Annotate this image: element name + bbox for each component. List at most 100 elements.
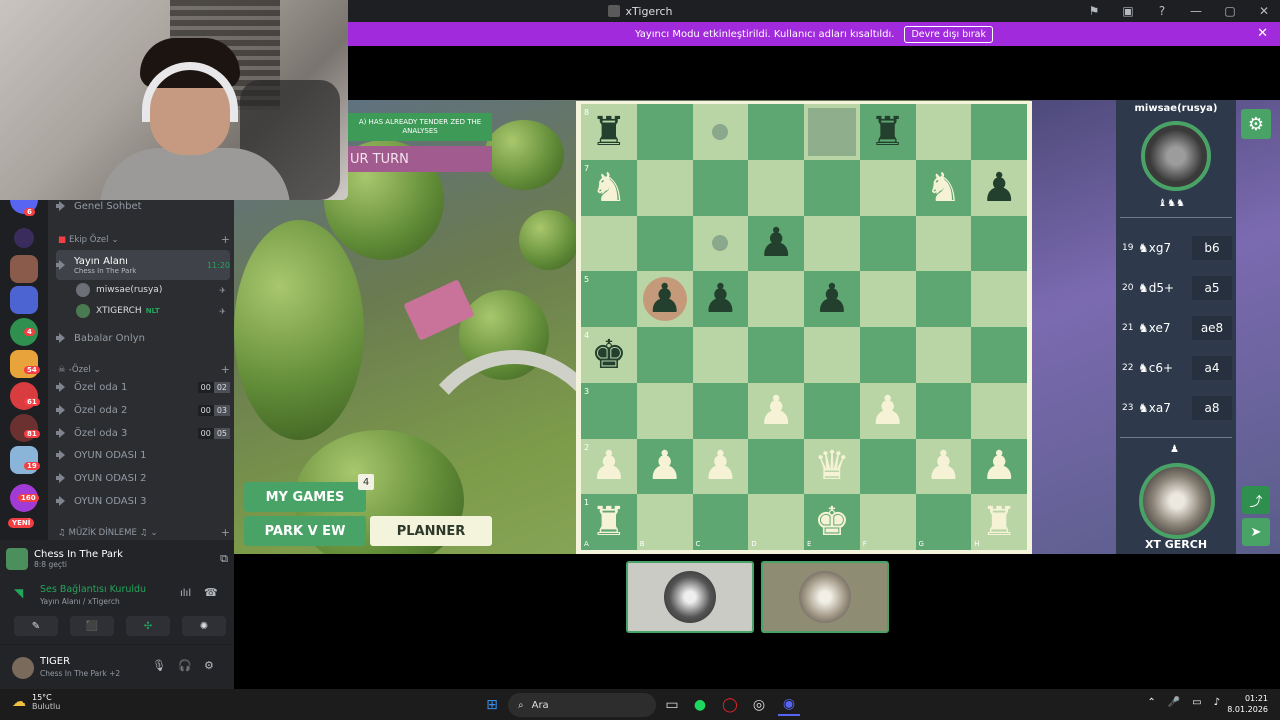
white-king-piece[interactable]: ♚ [804, 494, 860, 550]
board-square[interactable] [748, 271, 804, 327]
add-channel-icon[interactable]: + [221, 233, 230, 246]
board-square[interactable] [581, 271, 637, 327]
black-pawn-piece[interactable]: ♟ [637, 271, 693, 327]
move-row[interactable]: 21 ♞xe7 ae8 [1122, 316, 1234, 340]
board-square[interactable] [804, 327, 860, 383]
white-move[interactable]: ♞d5+ [1136, 281, 1192, 295]
activity-card[interactable]: Chess In The Park 8:8 geçti ⧉ [6, 544, 228, 574]
board-square[interactable] [636, 494, 693, 550]
black-pawn-piece[interactable]: ♟ [971, 160, 1027, 216]
board-square[interactable] [971, 382, 1027, 439]
board-square[interactable] [971, 104, 1027, 160]
search-input[interactable]: ⌕ Ara [508, 693, 656, 717]
opera-icon[interactable]: ◯ [719, 694, 741, 716]
participant-tile-opponent[interactable] [626, 561, 754, 633]
board-square[interactable] [915, 215, 972, 272]
white-move[interactable]: ♞xe7 [1136, 321, 1192, 335]
board-square[interactable] [636, 104, 693, 160]
white-pawn-piece[interactable]: ♟ [860, 383, 916, 439]
board-square[interactable] [636, 327, 693, 383]
start-icon[interactable]: ⊞ [481, 694, 503, 716]
volume-icon[interactable]: ♪ [1214, 697, 1220, 708]
board-square[interactable] [636, 159, 693, 216]
board-square[interactable] [971, 215, 1027, 272]
channel-oyun-odasi-3[interactable]: OYUN ODASI 3 [56, 491, 230, 511]
steam-icon[interactable]: ◎ [748, 694, 770, 716]
tray-chevron-icon[interactable]: ⌃ [1147, 697, 1155, 708]
screen-share-button[interactable]: ⬛ [70, 616, 114, 636]
channel-ozel-oda-1[interactable]: Özel oda 1 00 02 [56, 377, 230, 397]
weather-widget[interactable]: ☁ 15°C Bulutlu [12, 693, 60, 711]
board-square[interactable] [636, 382, 693, 439]
screen-icon[interactable]: ▣ [1120, 4, 1136, 18]
white-knight-piece[interactable]: ♞ [581, 160, 637, 216]
avatar[interactable] [12, 657, 34, 679]
black-rook-piece[interactable]: ♜ [860, 104, 916, 160]
connection-status[interactable]: Ses Bağlantısı Kuruldu [40, 584, 146, 595]
soundboard-button[interactable]: ✺ [182, 616, 226, 636]
board-square[interactable] [859, 215, 916, 272]
inbox-icon[interactable]: ⚑ [1086, 4, 1102, 18]
disable-streamer-mode-button[interactable]: Devre dışı bırak [904, 25, 994, 43]
category-ekip-ozel[interactable]: ■ Ekip Özel ⌄ + [58, 233, 230, 246]
board-square[interactable] [748, 438, 804, 495]
channel-oyun-odasi-2[interactable]: OYUN ODASI 2 [56, 468, 230, 488]
board-square[interactable] [804, 215, 860, 272]
black-pawn-piece[interactable]: ♟ [693, 271, 749, 327]
white-pawn-piece[interactable]: ♟ [916, 439, 972, 495]
board-square[interactable] [859, 327, 916, 383]
channel-ozel-oda-3[interactable]: Özel oda 3 00 05 [56, 423, 230, 443]
add-channel-icon[interactable]: + [221, 363, 230, 376]
board-square[interactable] [804, 382, 860, 439]
board-square[interactable] [804, 159, 860, 216]
white-pawn-piece[interactable]: ♟ [971, 439, 1027, 495]
chess-board[interactable]: 8 7 5 4 3 2 1 A B C D E F G H ♜ ♜ ♞ ♞ ♟ ♟ ♟ ♟ ♟ ♚ ♟ ♟ ♟ ♟ ♟ ♛ ♟ ♟ ♜ ♚ ♜ [581, 104, 1027, 550]
board-square[interactable] [581, 382, 637, 439]
board-square[interactable] [636, 215, 693, 272]
category-ozel[interactable]: ☠ -Özel ⌄ + [58, 363, 230, 376]
board-square[interactable] [748, 159, 804, 216]
white-pawn-piece[interactable]: ♟ [748, 383, 804, 439]
white-rook-piece[interactable]: ♜ [971, 494, 1027, 550]
black-king-piece[interactable]: ♚ [581, 327, 637, 383]
board-square[interactable] [971, 327, 1027, 383]
maximize-button[interactable]: ▢ [1222, 4, 1238, 18]
park-view-button[interactable]: PARK V EW [244, 516, 366, 546]
black-pawn-piece[interactable]: ♟ [748, 216, 804, 272]
channel-babalar[interactable]: Babalar Onlyn [56, 328, 230, 348]
channel-genel-sohbet[interactable]: Genel Sohbet [56, 198, 230, 214]
board-square[interactable] [692, 159, 749, 216]
white-pawn-piece[interactable]: ♟ [637, 439, 693, 495]
board-square[interactable] [859, 438, 916, 495]
move-row[interactable]: 19 ♞xg7 b6 [1122, 236, 1234, 260]
white-queen-piece[interactable]: ♛ [804, 439, 860, 495]
board-square[interactable] [971, 271, 1027, 327]
white-move[interactable]: ♞c6+ [1136, 361, 1192, 375]
channel-ozel-oda-2[interactable]: Özel oda 2 00 03 [56, 400, 230, 420]
board-square[interactable] [692, 327, 749, 383]
black-move[interactable]: a5 [1192, 276, 1232, 300]
activity-button[interactable]: ✣ [126, 616, 170, 636]
white-rook-piece[interactable]: ♜ [581, 494, 637, 550]
board-square[interactable] [915, 382, 972, 439]
close-button[interactable]: ✕ [1256, 4, 1272, 18]
spotify-icon[interactable]: ● [689, 694, 711, 716]
my-games-button[interactable]: MY GAMES [244, 482, 366, 512]
send-icon[interactable]: ➤ [1242, 518, 1270, 546]
microphone-icon[interactable]: 🎙 [152, 659, 166, 672]
clock[interactable]: 01:21 8.01.2026 [1227, 693, 1268, 715]
voice-member[interactable]: XTIGERCH NLT ✈ [76, 302, 226, 320]
channel-oyun-odasi-1[interactable]: OYUN ODASI 1 [56, 445, 230, 465]
black-move[interactable]: ae8 [1192, 316, 1232, 340]
board-square[interactable] [748, 327, 804, 383]
black-move[interactable]: a8 [1192, 396, 1232, 420]
camera-off-button[interactable]: ✎ [14, 616, 58, 636]
server-icon[interactable] [14, 228, 34, 248]
add-channel-icon[interactable]: + [221, 526, 230, 539]
planner-button[interactable]: PLANNER [370, 516, 492, 546]
board-square[interactable] [915, 271, 972, 327]
task-view-icon[interactable]: ▭ [661, 694, 683, 716]
white-knight-piece[interactable]: ♞ [916, 160, 972, 216]
board-square[interactable] [915, 104, 972, 160]
voice-member[interactable]: miwsae(rusya) ✈ [76, 281, 226, 299]
